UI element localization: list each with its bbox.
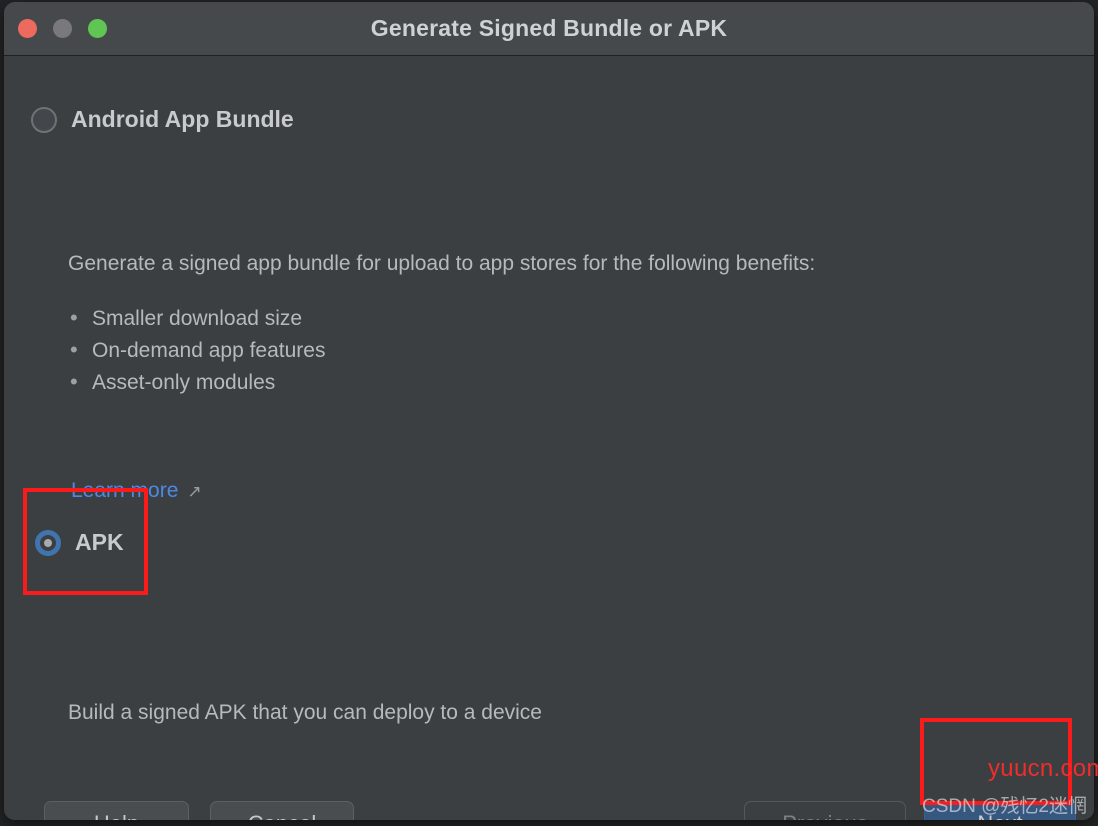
list-item: Smaller download size bbox=[68, 302, 325, 335]
radio-button-apk-selected[interactable] bbox=[35, 529, 61, 556]
learn-more-link[interactable]: Learn more ↗ bbox=[71, 479, 202, 503]
dialog-title: Generate Signed Bundle or APK bbox=[370, 15, 728, 41]
cancel-button[interactable]: Cancel bbox=[210, 801, 354, 820]
radio-option-apk[interactable]: APK bbox=[35, 529, 124, 556]
dialog-titlebar: Generate Signed Bundle or APK bbox=[4, 2, 1094, 56]
apk-description-text: Build a signed APK that you can deploy t… bbox=[68, 701, 542, 724]
radio-label-android-app-bundle: Android App Bundle bbox=[71, 106, 294, 132]
dialog-content: Android App Bundle Generate a signed app… bbox=[4, 56, 1094, 820]
next-button[interactable]: Next bbox=[924, 801, 1076, 820]
help-button[interactable]: Help bbox=[44, 801, 189, 820]
radio-button-android-app-bundle-unselected[interactable] bbox=[31, 106, 57, 133]
list-item: On-demand app features bbox=[68, 334, 325, 367]
window-controls bbox=[18, 2, 107, 55]
generate-signed-bundle-dialog: Generate Signed Bundle or APK Android Ap… bbox=[4, 2, 1094, 820]
radio-option-android-app-bundle[interactable]: Android App Bundle bbox=[31, 106, 294, 133]
bundle-description-text: Generate a signed app bundle for upload … bbox=[68, 252, 816, 275]
learn-more-label: Learn more bbox=[71, 479, 179, 502]
minimize-window-icon[interactable] bbox=[53, 19, 72, 38]
external-link-arrow-icon: ↗ bbox=[187, 482, 202, 501]
screenshot-stage: Generate Signed Bundle or APK Android Ap… bbox=[0, 0, 1098, 826]
previous-button[interactable]: Previous bbox=[744, 801, 906, 820]
close-window-icon[interactable] bbox=[18, 19, 37, 38]
list-item: Asset-only modules bbox=[68, 366, 325, 399]
radio-label-apk: APK bbox=[75, 529, 124, 555]
zoom-window-icon[interactable] bbox=[88, 19, 107, 38]
bundle-benefits-list: Smaller download size On-demand app feat… bbox=[68, 302, 325, 399]
